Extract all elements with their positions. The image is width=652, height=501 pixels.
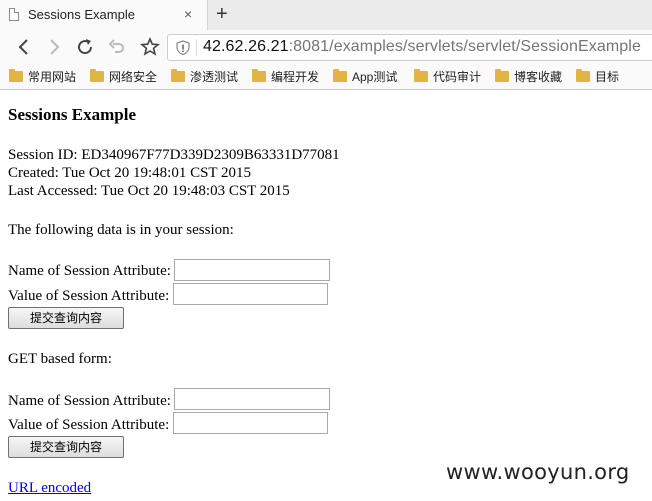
toolbar: 42.62.26.21:8081/examples/servlets/servl… — [0, 30, 652, 64]
tab-sessions-example[interactable]: Sessions Example × — [0, 0, 208, 30]
bookmarks-bar: 常用网站 网络安全 渗透测试 编程开发 App测试 代码审计 博客收藏 目标 — [0, 64, 652, 90]
tab-title: Sessions Example — [28, 7, 135, 22]
get-name-label: Name of Session Attribute: — [8, 393, 171, 409]
new-tab-icon[interactable]: + — [216, 2, 228, 26]
url-encoded-link[interactable]: URL encoded — [8, 479, 91, 497]
watermark: www.wooyun.org — [446, 460, 630, 484]
back-icon[interactable] — [12, 35, 36, 59]
bookmark-label: 常用网站 — [28, 70, 77, 84]
session-id: Session ID: ED340967F77D339D2309B63331D7… — [8, 147, 340, 163]
folder-icon — [495, 69, 509, 82]
get-submit-button[interactable]: 提交查询内容 — [8, 436, 124, 458]
folder-icon — [171, 69, 185, 82]
bookmark-label: 网络安全 — [109, 70, 158, 84]
post-submit-button[interactable]: 提交查询内容 — [8, 307, 124, 329]
get-form-heading: GET based form: — [8, 351, 112, 367]
folder-icon — [576, 69, 590, 82]
address-bar[interactable]: 42.62.26.21:8081/examples/servlets/servl… — [167, 34, 652, 61]
bookmark-label: 渗透测试 — [190, 70, 239, 84]
url-host: 42.62.26.21 — [203, 38, 289, 55]
post-attribute-name-input[interactable] — [174, 259, 330, 281]
page-content: Sessions Example Session ID: ED340967F77… — [0, 91, 652, 501]
folder-icon — [252, 69, 266, 82]
folder-icon — [333, 69, 347, 82]
folder-icon — [9, 69, 23, 82]
page-title: Sessions Example — [8, 105, 136, 124]
bookmark-label: 目标 — [595, 70, 620, 84]
tab-strip: Sessions Example × + — [0, 0, 652, 30]
get-attribute-value-input[interactable] — [173, 412, 328, 434]
bookmark-label: 代码审计 — [433, 70, 482, 84]
forward-icon[interactable] — [42, 35, 66, 59]
reload-icon[interactable] — [73, 35, 97, 59]
site-info-icon[interactable] — [176, 40, 190, 56]
session-created: Created: Tue Oct 20 19:48:01 CST 2015 — [8, 165, 252, 181]
post-attribute-value-input[interactable] — [173, 283, 328, 305]
url-path: :8081/examples/servlets/servlet/SessionE… — [288, 38, 641, 55]
get-attribute-name-input[interactable] — [174, 388, 330, 410]
star-icon[interactable] — [138, 35, 162, 59]
bookmark-label: 编程开发 — [271, 70, 320, 84]
address-separator — [196, 39, 197, 56]
post-value-label: Value of Session Attribute: — [8, 288, 170, 304]
bookmark-label: 博客收藏 — [514, 70, 563, 84]
folder-icon — [414, 69, 428, 82]
session-last-accessed: Last Accessed: Tue Oct 20 19:48:03 CST 2… — [8, 183, 290, 199]
folder-icon — [90, 69, 104, 82]
page-icon — [9, 8, 19, 21]
get-value-label: Value of Session Attribute: — [8, 417, 170, 433]
close-icon[interactable]: × — [184, 5, 192, 23]
url-text: 42.62.26.21:8081/examples/servlets/servl… — [203, 38, 641, 56]
undo-icon[interactable] — [105, 35, 129, 59]
bookmark-label: App测试 — [352, 70, 398, 84]
post-name-label: Name of Session Attribute: — [8, 263, 171, 279]
session-data-intro: The following data is in your session: — [8, 222, 234, 238]
